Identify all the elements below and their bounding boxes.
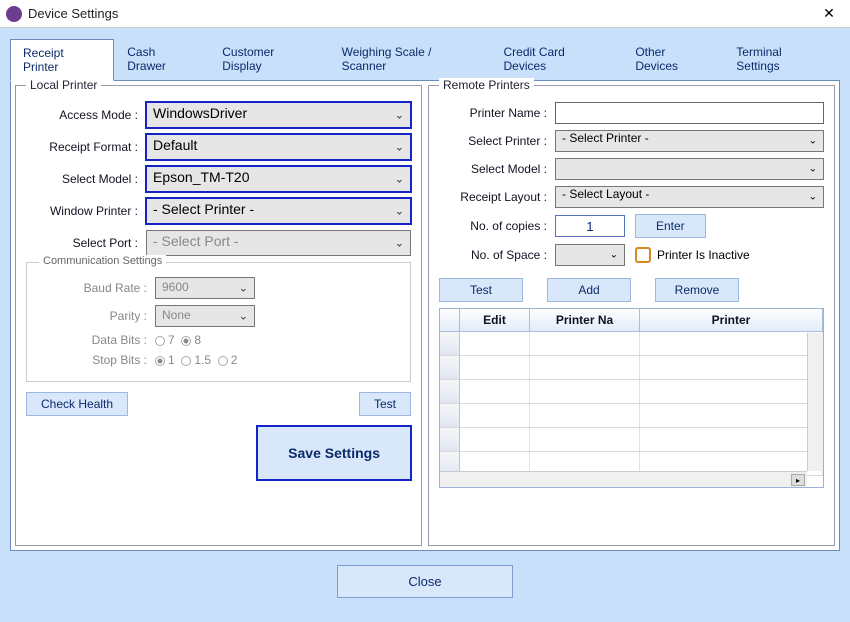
grid-body[interactable]	[440, 332, 823, 482]
title-bar: Device Settings ✕	[0, 0, 850, 28]
chevron-down-icon: ⌄	[395, 237, 404, 250]
copies-input[interactable]	[555, 215, 625, 237]
remote-test-button[interactable]: Test	[439, 278, 523, 302]
receipt-layout-value: - Select Layout -	[562, 187, 649, 201]
access-mode-label: Access Mode :	[26, 108, 146, 122]
printers-grid: Edit Printer Na Printer ▸	[439, 308, 824, 488]
window-printer-select[interactable]: - Select Printer - ⌄	[146, 198, 411, 224]
window-printer-label: Window Printer :	[26, 204, 146, 218]
grid-header-edit[interactable]: Edit	[460, 309, 530, 331]
receipt-layout-select[interactable]: - Select Layout - ⌄	[555, 186, 824, 208]
communication-settings-group: Communication Settings Baud Rate : 9600 …	[26, 262, 411, 382]
baud-rate-select[interactable]: 9600 ⌄	[155, 277, 255, 299]
copies-label: No. of copies :	[439, 219, 555, 233]
space-select[interactable]: ⌄	[555, 244, 625, 266]
parity-label: Parity :	[35, 309, 155, 323]
local-printer-group: Local Printer Access Mode : WindowsDrive…	[15, 85, 422, 546]
app-icon	[6, 6, 22, 22]
data-bits-label: Data Bits :	[35, 333, 155, 347]
printer-inactive-checkbox[interactable]	[635, 247, 651, 263]
window-printer-value: - Select Printer -	[153, 201, 254, 217]
baud-rate-value: 9600	[162, 280, 189, 294]
stop-bits-option-1-5[interactable]: 1.5	[181, 353, 211, 367]
grid-vertical-scrollbar[interactable]	[807, 333, 823, 471]
printer-name-label: Printer Name :	[439, 106, 555, 120]
add-button[interactable]: Add	[547, 278, 631, 302]
access-mode-select[interactable]: WindowsDriver ⌄	[146, 102, 411, 128]
chevron-down-icon: ⌄	[395, 173, 404, 186]
select-port-select[interactable]: - Select Port - ⌄	[146, 230, 411, 256]
window-close-button[interactable]: ✕	[814, 5, 844, 22]
tab-customer-display[interactable]: Customer Display	[209, 38, 328, 80]
grid-header-printer-name[interactable]: Printer Na	[530, 309, 640, 331]
remote-select-printer-select[interactable]: - Select Printer - ⌄	[555, 130, 824, 152]
check-health-button[interactable]: Check Health	[26, 392, 128, 416]
chevron-down-icon: ⌄	[395, 109, 404, 122]
stop-bits-label: Stop Bits :	[35, 353, 155, 367]
remote-printers-group: Remote Printers Printer Name : Select Pr…	[428, 85, 835, 546]
chevron-down-icon: ⌄	[239, 282, 248, 295]
chevron-down-icon: ⌄	[395, 141, 404, 154]
chevron-down-icon: ⌄	[809, 192, 817, 203]
remote-select-printer-value: - Select Printer -	[562, 131, 649, 145]
receipt-layout-label: Receipt Layout :	[439, 190, 555, 204]
remote-select-model-label: Select Model :	[439, 162, 555, 176]
printer-name-input[interactable]	[555, 102, 824, 124]
window-title: Device Settings	[28, 6, 814, 21]
tab-weighing-scale[interactable]: Weighing Scale / Scanner	[329, 38, 491, 80]
select-model-value: Epson_TM-T20	[153, 169, 249, 185]
remote-select-model-select[interactable]: ⌄	[555, 158, 824, 180]
remove-button[interactable]: Remove	[655, 278, 739, 302]
chevron-down-icon: ⌄	[809, 164, 817, 175]
select-model-select[interactable]: Epson_TM-T20 ⌄	[146, 166, 411, 192]
tab-terminal-settings[interactable]: Terminal Settings	[723, 38, 840, 80]
tab-receipt-printer[interactable]: Receipt Printer	[10, 39, 114, 81]
data-bits-option-8[interactable]: 8	[181, 333, 201, 347]
access-mode-value: WindowsDriver	[153, 105, 247, 121]
comm-legend: Communication Settings	[39, 255, 166, 267]
tab-credit-card-devices[interactable]: Credit Card Devices	[491, 38, 623, 80]
receipt-format-value: Default	[153, 137, 197, 153]
enter-button[interactable]: Enter	[635, 214, 706, 238]
remote-printers-legend: Remote Printers	[439, 78, 534, 92]
grid-header-printer[interactable]: Printer	[640, 309, 823, 331]
close-button[interactable]: Close	[337, 565, 512, 598]
grid-row-header-col	[440, 309, 460, 331]
space-label: No. of Space :	[439, 248, 555, 262]
receipt-format-label: Receipt Format :	[26, 140, 146, 154]
tab-bar: Receipt Printer Cash Drawer Customer Dis…	[0, 28, 850, 80]
grid-horizontal-scrollbar[interactable]: ▸	[440, 471, 807, 487]
parity-value: None	[162, 308, 191, 322]
baud-rate-label: Baud Rate :	[35, 281, 155, 295]
select-port-label: Select Port :	[26, 236, 146, 250]
data-bits-option-7[interactable]: 7	[155, 333, 175, 347]
stop-bits-option-1[interactable]: 1	[155, 353, 175, 367]
chevron-down-icon: ⌄	[239, 310, 248, 323]
stop-bits-option-2[interactable]: 2	[218, 353, 238, 367]
select-port-value: - Select Port -	[153, 233, 239, 249]
remote-select-printer-label: Select Printer :	[439, 134, 555, 148]
chevron-down-icon: ⌄	[610, 250, 618, 261]
parity-select[interactable]: None ⌄	[155, 305, 255, 327]
local-test-button[interactable]: Test	[359, 392, 411, 416]
printer-inactive-label: Printer Is Inactive	[657, 248, 750, 262]
tab-cash-drawer[interactable]: Cash Drawer	[114, 38, 209, 80]
chevron-down-icon: ⌄	[395, 205, 404, 218]
local-printer-legend: Local Printer	[26, 78, 101, 92]
chevron-down-icon: ⌄	[809, 136, 817, 147]
save-settings-button[interactable]: Save Settings	[257, 426, 411, 480]
receipt-format-select[interactable]: Default ⌄	[146, 134, 411, 160]
select-model-label: Select Model :	[26, 172, 146, 186]
tab-other-devices[interactable]: Other Devices	[622, 38, 723, 80]
